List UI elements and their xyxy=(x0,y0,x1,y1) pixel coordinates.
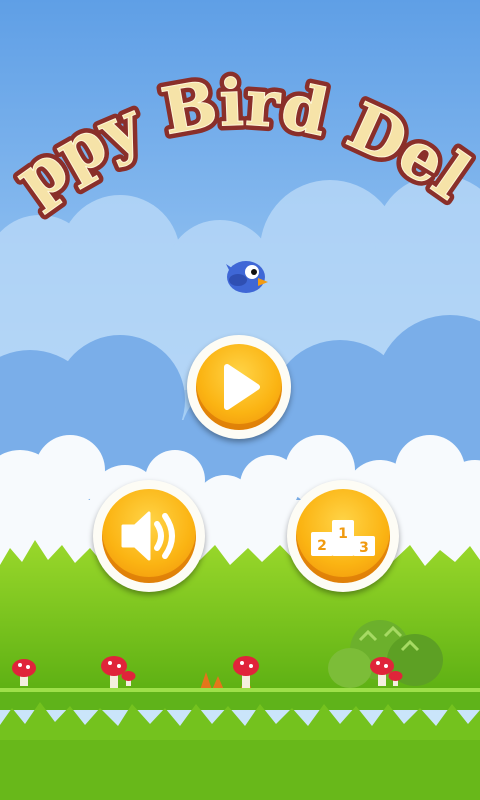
sound-button[interactable] xyxy=(93,480,205,592)
play-icon xyxy=(224,364,260,410)
play-button[interactable] xyxy=(187,335,291,439)
speaker-icon xyxy=(121,511,175,561)
podium-rank-third: 3 xyxy=(359,540,369,556)
game-title: Pluppy Bird Deluxe Pluppy Bird Deluxe xyxy=(0,20,480,223)
podium-rank-second: 2 xyxy=(317,538,327,554)
podium-rank-first: 1 xyxy=(338,526,348,542)
leaderboard-button[interactable]: 2 1 3 xyxy=(287,480,399,592)
game-screen: Pluppy Bird Deluxe Pluppy Bird Deluxe 2 … xyxy=(0,0,480,800)
game-title-text: Pluppy Bird Deluxe xyxy=(0,20,480,218)
podium-icon: 2 1 3 xyxy=(311,520,375,556)
